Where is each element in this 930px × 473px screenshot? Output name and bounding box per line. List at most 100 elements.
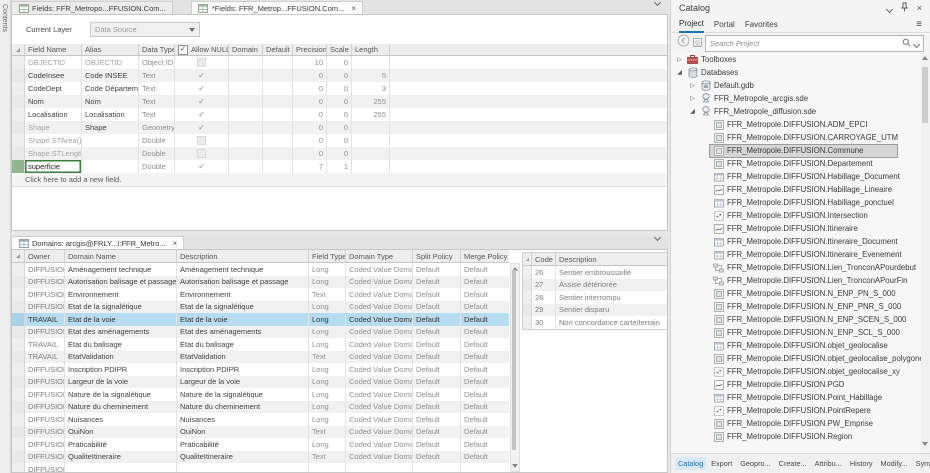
col-domain[interactable]: Domain (229, 44, 263, 56)
length-cell[interactable]: 255 (352, 108, 390, 121)
allow-null-cell[interactable]: ✓ (175, 95, 229, 108)
domain-row-handle[interactable] (12, 413, 25, 426)
merge-policy-cell[interactable]: Default (461, 351, 509, 364)
domain-row[interactable]: DIFFUSIONAutorisation balisage et passag… (12, 276, 510, 289)
precision-cell[interactable]: 0 (293, 82, 327, 95)
code-row-handle[interactable] (523, 291, 532, 304)
tab-domains[interactable]: Domains: arcgis@FRLY...I:FFR_Metro... × (11, 236, 184, 249)
expanded-arrow-icon[interactable]: ◢ (675, 69, 684, 76)
coded-value-row[interactable]: 29Sentier disparu (523, 304, 668, 317)
allow-null-cell[interactable] (175, 147, 229, 160)
panel-collapse-icon[interactable] (887, 0, 892, 17)
length-cell[interactable]: 255 (352, 95, 390, 108)
tree-item[interactable]: FFR_Metropole.DIFFUSION.N_ENP_PN_S_000 (671, 287, 923, 300)
domain-name-cell[interactable]: Aménagement technique (65, 263, 177, 276)
field-name-cell[interactable]: OBJECTID (25, 56, 82, 69)
allow-null-cell[interactable]: ✓ (175, 69, 229, 82)
precision-cell[interactable]: 0 (293, 147, 327, 160)
merge-policy-cell[interactable]: Default (461, 376, 509, 389)
tree-item[interactable]: FFR_Metropole.DIFFUSION.Point_Habillage (671, 391, 923, 404)
owner-cell[interactable]: DIFFUSION (25, 376, 65, 389)
field-type-cell[interactable]: Long (309, 263, 346, 276)
code-cell[interactable]: 26 (532, 266, 556, 279)
domain-row[interactable]: DIFFUSIONOuiNonOuiNonTextCoded Value Dom… (12, 426, 510, 439)
field-name-cell[interactable]: superficie (25, 160, 82, 173)
split-policy-cell[interactable]: Default (413, 401, 461, 414)
col-code[interactable]: Code (532, 253, 556, 266)
default-cell[interactable] (263, 95, 293, 108)
field-name-cell[interactable]: CodeDept (25, 82, 82, 95)
collapsed-arrow-icon[interactable]: ▷ (688, 82, 697, 89)
col-length[interactable]: Length (352, 44, 390, 56)
scale-cell[interactable]: 0 (327, 69, 352, 82)
domain-row[interactable]: DIFFUSIONInscription PDIPRInscription PD… (12, 363, 510, 376)
merge-policy-cell[interactable]: Default (461, 301, 509, 314)
domain-row-handle[interactable] (12, 313, 25, 326)
domain-type-cell[interactable]: Coded Value Domain (346, 376, 413, 389)
field-type-cell[interactable] (309, 463, 346, 473)
default-cell[interactable] (263, 121, 293, 134)
owner-cell[interactable]: DIFFUSION (25, 438, 65, 451)
split-policy-cell[interactable]: Default (413, 338, 461, 351)
fields-pane-collapse-icon[interactable] (655, 0, 660, 10)
tree-item[interactable]: FFR_Metropole.DIFFUSION.Habillage_ponctu… (671, 196, 923, 209)
split-policy-cell[interactable]: Default (413, 326, 461, 339)
codes-corner-cell[interactable] (523, 253, 532, 266)
domain-type-cell[interactable]: Coded Value Domain (346, 288, 413, 301)
search-input[interactable]: Search Project (705, 35, 924, 52)
domain-row[interactable]: DIFFUSIONPraticabilitéPraticabilitéLongC… (12, 438, 510, 451)
domain-row-handle[interactable] (12, 426, 25, 439)
domain-name-cell[interactable] (65, 463, 177, 473)
length-cell[interactable] (352, 121, 390, 134)
owner-cell[interactable]: DIFFUSION (25, 413, 65, 426)
domain-row[interactable]: DIFFUSIONEtat de la signalétiqueEtat de … (12, 301, 510, 314)
owner-cell[interactable]: DIFFUSION (25, 301, 65, 314)
precision-cell[interactable]: 0 (293, 108, 327, 121)
code-row-handle[interactable] (523, 316, 532, 329)
field-row-handle[interactable] (12, 69, 25, 82)
domain-row[interactable]: TRAVAILEtatValidationEtatValidationTextC… (12, 351, 510, 364)
code-description-cell[interactable]: Assise détériorée (556, 279, 668, 292)
add-new-field-row[interactable]: Click here to add a new field. (12, 173, 667, 187)
domain-cell[interactable] (229, 134, 263, 147)
data-type-cell[interactable]: Text (139, 82, 175, 95)
domain-cell[interactable] (229, 160, 263, 173)
domain-row-handle[interactable] (12, 376, 25, 389)
owner-cell[interactable]: TRAVAIL (25, 338, 65, 351)
col-field-name[interactable]: Field Name (25, 44, 82, 56)
domain-name-cell[interactable]: EtatValidation (65, 351, 177, 364)
allow-null-cell[interactable]: ✓ (175, 108, 229, 121)
field-row-handle[interactable] (12, 82, 25, 95)
tree-item[interactable]: FFR_Metropole.DIFFUSION.N_ENP_SCL_S_000 (671, 326, 923, 339)
split-policy-cell[interactable]: Default (413, 313, 461, 326)
precision-cell[interactable]: 0 (293, 121, 327, 134)
domain-row-handle[interactable] (12, 351, 25, 364)
catalog-tab-project[interactable]: Project (679, 16, 704, 33)
description-cell[interactable]: Inscription PDIPR (177, 363, 309, 376)
domain-cell[interactable] (229, 56, 263, 69)
domain-row-handle[interactable] (12, 451, 25, 464)
allow-null-cell[interactable]: ✓ (175, 82, 229, 95)
domain-row-handle[interactable] (12, 276, 25, 289)
owner-cell[interactable]: DIFFUSION (25, 388, 65, 401)
coded-value-row[interactable]: 28Sentier interrompu (523, 291, 668, 304)
field-type-cell[interactable]: Text (309, 288, 346, 301)
field-type-cell[interactable]: Text (309, 351, 346, 364)
tree-item[interactable]: FFR_Metropole.DIFFUSION.PW_Emprise (671, 417, 923, 430)
domain-row[interactable]: DIFFUSIONNature du cheminementNature du … (12, 401, 510, 414)
search-icon[interactable] (902, 34, 911, 52)
contents-pane-tab[interactable]: Contents (0, 0, 11, 473)
description-cell[interactable] (177, 463, 309, 473)
field-row-handle[interactable] (12, 56, 25, 69)
allow-null-header-checkbox[interactable]: ✓ (178, 45, 188, 55)
field-alias-cell[interactable] (82, 147, 139, 160)
field-alias-cell[interactable]: Shape (82, 121, 139, 134)
domain-type-cell[interactable] (346, 463, 413, 473)
domain-type-cell[interactable]: Coded Value Domain (346, 388, 413, 401)
tree-item[interactable]: FFR_Metropole.DIFFUSION.Intersection (671, 209, 923, 222)
split-policy-cell[interactable]: Default (413, 451, 461, 464)
default-cell[interactable] (263, 56, 293, 69)
data-type-cell[interactable]: Text (139, 69, 175, 82)
domain-type-cell[interactable]: Coded Value Domain (346, 326, 413, 339)
owner-cell[interactable]: DIFFUSION (25, 463, 65, 473)
